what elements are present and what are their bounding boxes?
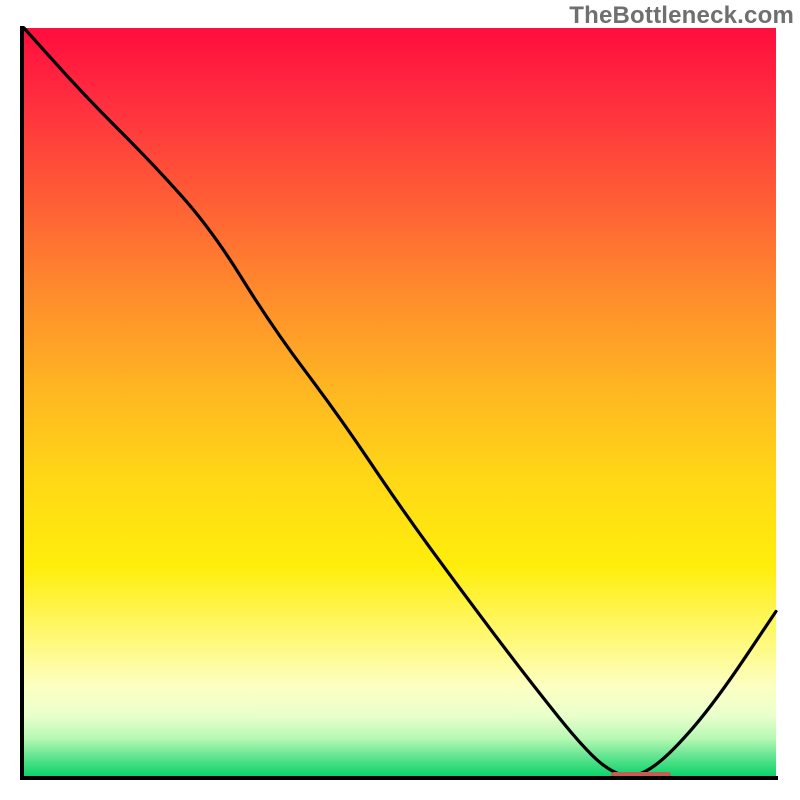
watermark-text: TheBottleneck.com xyxy=(569,2,794,30)
bottleneck-curve-path xyxy=(24,28,776,776)
chart-canvas: TheBottleneck.com xyxy=(0,0,800,800)
bottleneck-curve xyxy=(24,28,776,776)
x-axis xyxy=(20,776,778,780)
y-axis xyxy=(20,26,24,778)
